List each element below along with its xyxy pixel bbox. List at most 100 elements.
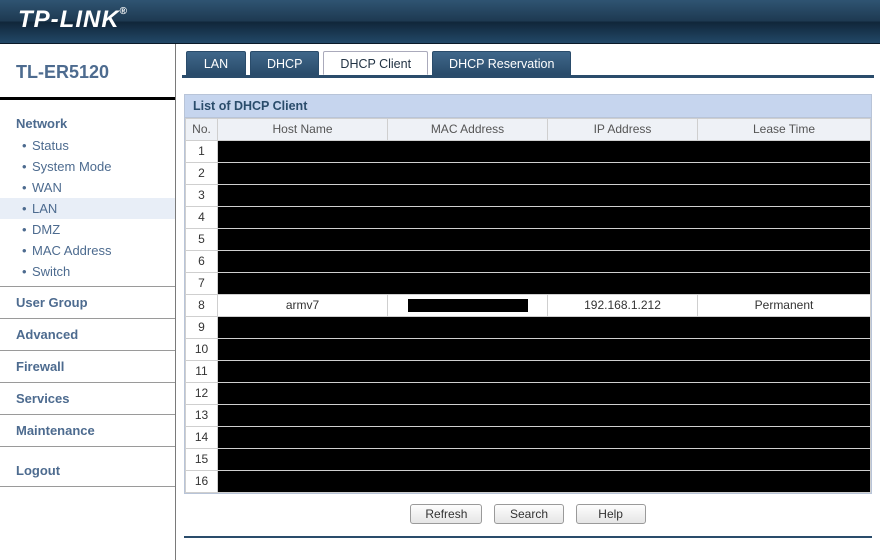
main-area: LAN DHCP DHCP Client DHCP Reservation Li… (176, 44, 880, 560)
footer-rule (184, 536, 872, 538)
cell-no: 2 (186, 163, 218, 185)
redacted-cell (218, 273, 871, 295)
redacted-cell (218, 185, 871, 207)
table-row: 5 (186, 229, 871, 251)
tab-dhcp[interactable]: DHCP (250, 51, 319, 75)
sidebar: TL-ER5120 Network Status System Mode WAN… (0, 44, 176, 560)
divider (0, 350, 175, 351)
sidebar-section-services[interactable]: Services (0, 387, 175, 410)
sidebar-item-status[interactable]: Status (0, 135, 175, 156)
sidebar-section-network[interactable]: Network (0, 112, 175, 135)
cell-no: 6 (186, 251, 218, 273)
table-row: 16 (186, 471, 871, 493)
table-row: 12 (186, 383, 871, 405)
redacted-cell (218, 449, 871, 471)
sidebar-section-user-group[interactable]: User Group (0, 291, 175, 314)
dhcp-client-panel: List of DHCP Client No. Host Name MAC Ad… (184, 94, 872, 494)
sidebar-item-system-mode[interactable]: System Mode (0, 156, 175, 177)
tab-bar: LAN DHCP DHCP Client DHCP Reservation (182, 48, 874, 76)
cell-no: 5 (186, 229, 218, 251)
table-row: 11 (186, 361, 871, 383)
divider (0, 97, 175, 100)
tab-dhcp-client[interactable]: DHCP Client (323, 51, 428, 75)
col-mac: MAC Address (388, 119, 548, 141)
table-row: 13 (186, 405, 871, 427)
sidebar-item-dmz[interactable]: DMZ (0, 219, 175, 240)
sidebar-item-mac-address[interactable]: MAC Address (0, 240, 175, 261)
divider (0, 414, 175, 415)
cell-ip: 192.168.1.212 (548, 295, 698, 317)
tab-dhcp-reservation[interactable]: DHCP Reservation (432, 51, 571, 75)
redacted-cell (218, 427, 871, 449)
cell-lease: Permanent (698, 295, 871, 317)
cell-host: armv7 (218, 295, 388, 317)
redacted-cell (218, 229, 871, 251)
model-name: TL-ER5120 (0, 48, 175, 97)
redacted-cell (218, 317, 871, 339)
tab-lan[interactable]: LAN (186, 51, 246, 75)
col-host: Host Name (218, 119, 388, 141)
divider (0, 318, 175, 319)
redacted-cell (218, 405, 871, 427)
redacted-cell (218, 163, 871, 185)
table-row: 10 (186, 339, 871, 361)
sidebar-logout[interactable]: Logout (0, 459, 175, 482)
cell-no: 15 (186, 449, 218, 471)
col-no: No. (186, 119, 218, 141)
redacted-cell (218, 471, 871, 493)
cell-no: 16 (186, 471, 218, 493)
redacted-cell (218, 339, 871, 361)
redacted-cell (218, 141, 871, 163)
divider (0, 446, 175, 447)
table-row: 7 (186, 273, 871, 295)
cell-no: 1 (186, 141, 218, 163)
dhcp-client-table: No. Host Name MAC Address IP Address Lea… (185, 118, 871, 493)
table-row: 4 (186, 207, 871, 229)
brand-logo: TP-LINK® (18, 6, 128, 34)
table-row: 6 (186, 251, 871, 273)
cell-no: 9 (186, 317, 218, 339)
refresh-button[interactable]: Refresh (410, 504, 482, 524)
cell-no: 10 (186, 339, 218, 361)
cell-no: 14 (186, 427, 218, 449)
divider (0, 286, 175, 287)
divider (0, 382, 175, 383)
table-row: 3 (186, 185, 871, 207)
header-bar: TP-LINK® (0, 0, 880, 44)
table-row: 8armv7 192.168.1.212Permanent (186, 295, 871, 317)
brand-mark: ® (120, 6, 128, 17)
redacted-cell (218, 251, 871, 273)
page-root: TP-LINK® TL-ER5120 Network Status System… (0, 0, 880, 560)
panel-title: List of DHCP Client (185, 95, 871, 118)
sidebar-section-firewall[interactable]: Firewall (0, 355, 175, 378)
table-row: 2 (186, 163, 871, 185)
cell-no: 8 (186, 295, 218, 317)
redacted-cell (218, 361, 871, 383)
sidebar-item-wan[interactable]: WAN (0, 177, 175, 198)
button-row: Refresh Search Help (182, 494, 874, 534)
cell-mac (388, 295, 548, 317)
redacted-cell (218, 207, 871, 229)
sidebar-item-lan[interactable]: LAN (0, 198, 175, 219)
redacted-cell (218, 383, 871, 405)
sidebar-section-advanced[interactable]: Advanced (0, 323, 175, 346)
help-button[interactable]: Help (576, 504, 646, 524)
table-row: 1 (186, 141, 871, 163)
sidebar-item-switch[interactable]: Switch (0, 261, 175, 282)
cell-no: 13 (186, 405, 218, 427)
table-row: 14 (186, 427, 871, 449)
cell-no: 11 (186, 361, 218, 383)
content-body: TL-ER5120 Network Status System Mode WAN… (0, 44, 880, 560)
cell-no: 4 (186, 207, 218, 229)
table-header-row: No. Host Name MAC Address IP Address Lea… (186, 119, 871, 141)
cell-no: 7 (186, 273, 218, 295)
table-row: 9 (186, 317, 871, 339)
sidebar-section-maintenance[interactable]: Maintenance (0, 419, 175, 442)
col-lease: Lease Time (698, 119, 871, 141)
brand-text: TP-LINK (18, 6, 120, 33)
cell-no: 12 (186, 383, 218, 405)
redacted-mac (408, 299, 528, 312)
search-button[interactable]: Search (494, 504, 564, 524)
col-ip: IP Address (548, 119, 698, 141)
table-row: 15 (186, 449, 871, 471)
